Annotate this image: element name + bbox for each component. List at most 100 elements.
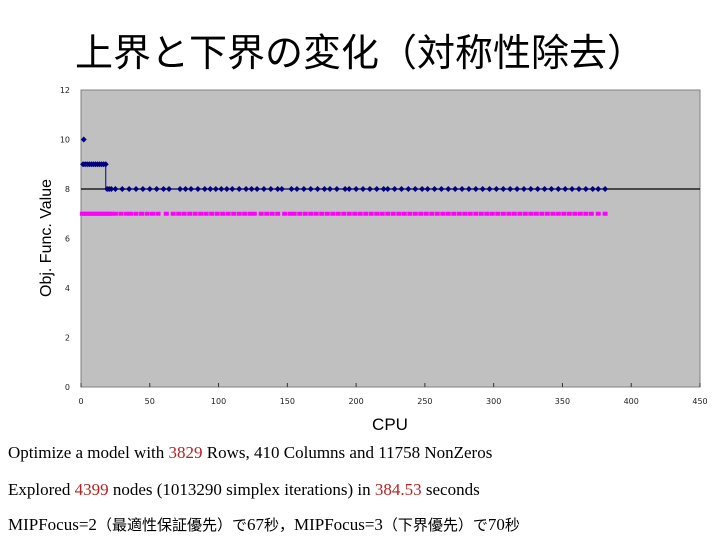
data-point	[275, 211, 281, 216]
plot-area	[80, 89, 701, 388]
data-point	[330, 211, 336, 216]
data-point	[434, 211, 440, 216]
data-point	[368, 211, 374, 216]
data-point	[595, 211, 601, 216]
data-point	[588, 211, 594, 216]
y-tick-label: 4	[65, 284, 70, 293]
footer-text: nodes (1013290 simplex iterations) in	[108, 480, 375, 499]
data-point	[550, 211, 556, 216]
data-point	[363, 211, 369, 216]
y-tick-label: 2	[65, 334, 70, 343]
rows-count: 3829	[168, 443, 203, 462]
data-point	[313, 211, 319, 216]
series-lower-bound	[79, 211, 608, 216]
data-point	[462, 211, 468, 216]
data-point	[445, 211, 451, 216]
footer-text: Optimize a model with	[8, 443, 169, 462]
data-point	[357, 211, 363, 216]
data-point	[112, 211, 118, 216]
data-point	[572, 211, 578, 216]
data-point	[539, 211, 545, 216]
y-axis-title: Obj. Func. Value	[38, 179, 55, 297]
data-point	[407, 211, 413, 216]
data-point	[181, 211, 187, 216]
data-point	[390, 211, 396, 216]
data-point	[192, 211, 198, 216]
data-point	[170, 211, 176, 216]
data-point	[467, 211, 473, 216]
footer-line-2: Explored 4399 nodes (1013290 simplex ite…	[8, 480, 480, 500]
data-point	[401, 211, 407, 216]
x-tick-label: 350	[555, 397, 570, 406]
data-point	[352, 211, 358, 216]
data-point	[418, 211, 424, 216]
data-point	[302, 211, 308, 216]
footer-text-jp: 秒，	[263, 516, 294, 534]
footer-text-jp: （最適性保証優先）で	[96, 516, 247, 534]
x-tick-label: 150	[280, 397, 295, 406]
x-tick-label: 50	[145, 397, 155, 406]
nodes-count: 4399	[74, 480, 109, 499]
seconds-value: 384.53	[374, 480, 422, 499]
data-point	[163, 211, 169, 216]
footer-line-1: Optimize a model with 3829 Rows, 410 Col…	[8, 443, 492, 463]
x-tick-label: 250	[417, 397, 432, 406]
data-point	[500, 211, 506, 216]
data-point	[155, 211, 161, 216]
footer-text-jp: （下界優先）で	[382, 516, 488, 534]
data-point	[269, 211, 275, 216]
data-point	[297, 211, 303, 216]
data-point	[456, 211, 462, 216]
data-point	[429, 211, 435, 216]
footer-text: Rows, 410 Columns and 11758 NonZeros	[202, 443, 493, 462]
data-point	[133, 211, 139, 216]
footer-text: MIPFocus=3	[293, 515, 383, 534]
data-point	[291, 211, 297, 216]
y-tick-label: 0	[65, 383, 70, 392]
data-point	[176, 211, 182, 216]
data-point	[440, 211, 446, 216]
data-point	[128, 211, 134, 216]
data-point	[198, 211, 204, 216]
data-point	[236, 211, 242, 216]
x-tick-label: 400	[624, 397, 639, 406]
data-point	[214, 211, 220, 216]
data-point	[324, 211, 330, 216]
data-point	[517, 211, 523, 216]
data-point	[423, 211, 429, 216]
data-point	[118, 211, 124, 216]
data-point	[484, 211, 490, 216]
x-tick-label: 100	[211, 397, 226, 406]
x-tick-label: 200	[348, 397, 363, 406]
data-point	[528, 211, 534, 216]
data-point	[139, 211, 145, 216]
data-point	[489, 211, 495, 216]
data-point	[187, 211, 193, 216]
footer-line-3: MIPFocus=2（最適性保証優先）で67秒，MIPFocus=3（下界優先）…	[8, 514, 520, 535]
data-point	[583, 211, 589, 216]
x-tick-label: 0	[78, 397, 83, 406]
data-point	[242, 211, 248, 216]
x-tick-label: 450	[692, 397, 707, 406]
data-point	[506, 211, 512, 216]
footer-text: Explored	[8, 480, 75, 499]
data-point	[203, 211, 209, 216]
data-point	[379, 211, 385, 216]
data-point	[150, 211, 156, 216]
data-point	[264, 211, 270, 216]
footer-text-jp: 秒	[504, 516, 520, 534]
footer-text: seconds	[421, 480, 480, 499]
data-point	[566, 211, 572, 216]
y-tick-label: 10	[60, 136, 70, 145]
data-point	[385, 211, 391, 216]
data-point	[319, 211, 325, 216]
data-point	[251, 211, 257, 216]
data-point	[308, 211, 314, 216]
data-point	[533, 211, 539, 216]
footer-text: 70	[487, 515, 505, 534]
data-point	[231, 211, 237, 216]
footer-text: MIPFocus=2	[8, 515, 97, 534]
data-point	[511, 211, 517, 216]
data-point	[346, 211, 352, 216]
data-point	[561, 211, 567, 216]
